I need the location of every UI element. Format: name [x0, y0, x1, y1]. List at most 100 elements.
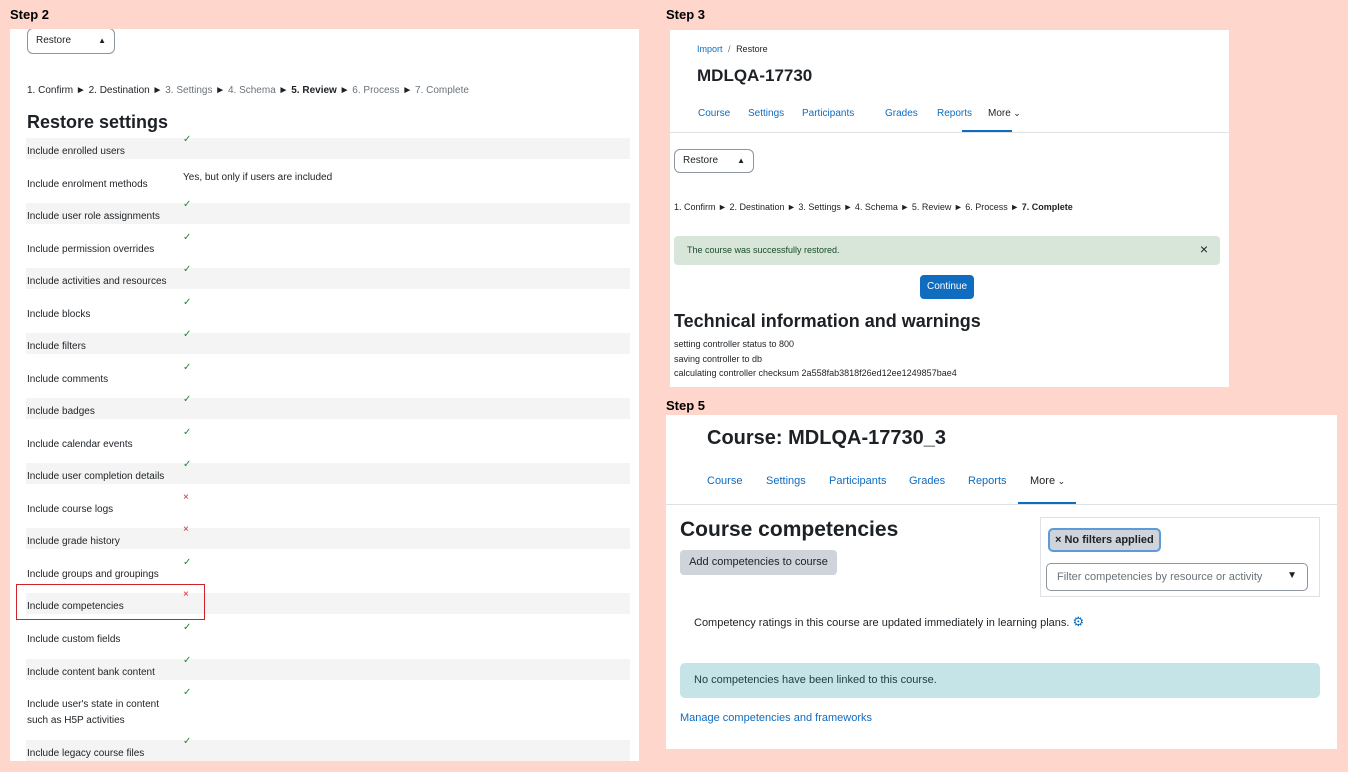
setting-row: Include user completion details ✓ — [26, 459, 630, 484]
restore-progress-breadcrumb: 1. Confirm ► 2. Destination ► 3. Setting… — [27, 85, 469, 96]
setting-row: Include enrolled users ✓ — [26, 134, 630, 159]
cross-icon: × — [183, 524, 189, 535]
ratings-text: Competency ratings in this course are up… — [694, 617, 1070, 629]
setting-label: Include enrolled users — [27, 146, 125, 157]
no-competencies-message: No competencies have been linked to this… — [694, 674, 937, 686]
tab-settings[interactable]: Settings — [766, 475, 829, 487]
crumb-step: 1. Confirm — [674, 202, 716, 212]
crumb-arrow: ► — [399, 85, 416, 96]
close-icon[interactable]: × — [1200, 241, 1208, 257]
course-competencies-heading: Course competencies — [680, 518, 899, 541]
setting-row: Include comments ✓ — [26, 362, 630, 387]
tech-log-line: setting controller status to 800 — [674, 339, 795, 349]
restore-progress-breadcrumb: 1. Confirm ► 2. Destination ► 3. Setting… — [674, 202, 1073, 212]
page-title: Course: MDLQA-17730_3 — [707, 427, 946, 449]
crumb-step: 1. Confirm — [27, 85, 74, 96]
setting-label: Include course logs — [27, 504, 114, 515]
tab-reports[interactable]: Reports — [968, 475, 1030, 487]
breadcrumb-separator: / — [728, 44, 731, 54]
gear-icon[interactable]: ⚙ — [1073, 614, 1085, 629]
filter-competencies-select[interactable]: Filter competencies by resource or activ… — [1046, 563, 1308, 591]
setting-row: Include blocks ✓ — [26, 297, 630, 322]
setting-label: Include user's state in content such as … — [27, 699, 159, 726]
setting-row: Include user's state in content such as … — [26, 687, 630, 731]
restore-select-value: Restore — [683, 155, 719, 166]
setting-row: Include legacy course files ✓ — [26, 736, 630, 761]
setting-row: Include permission overrides ✓ — [26, 232, 630, 257]
setting-row: Include calendar events ✓ — [26, 427, 630, 452]
tech-info-log: setting controller status to 800 saving c… — [674, 337, 957, 381]
crumb-step: 7. Complete — [415, 85, 469, 96]
tech-info-heading: Technical information and warnings — [674, 311, 981, 331]
tab-course[interactable]: Course — [707, 475, 766, 487]
tab-reports[interactable]: Reports — [937, 108, 988, 119]
breadcrumb-restore: Restore — [736, 44, 768, 54]
manage-competencies-link[interactable]: Manage competencies and frameworks — [680, 712, 872, 724]
dropdown-arrow-icon: ▼ — [1287, 570, 1297, 581]
no-competencies-alert: No competencies have been linked to this… — [680, 663, 1320, 698]
setting-label: Include enrolment methods — [27, 179, 148, 190]
select-caret-icon: ▲ — [737, 156, 745, 165]
restore-select[interactable]: Restore ▲ — [674, 149, 754, 173]
tech-log-line: saving controller to db — [674, 353, 763, 364]
nav-divider — [670, 132, 1229, 133]
breadcrumb: Import / Restore — [697, 44, 768, 54]
crumb-step: 5. Review — [911, 202, 952, 212]
crumb-step: 3. Settings — [798, 202, 841, 212]
tab-more[interactable]: More ⌄ — [1030, 475, 1065, 487]
chevron-down-icon: ⌄ — [1010, 108, 1021, 118]
chevron-down-icon: ⌄ — [1055, 476, 1066, 486]
restore-select[interactable]: Restore ▲ — [27, 29, 115, 54]
setting-label: Include comments — [27, 374, 109, 385]
crumb-step: 3. Settings — [165, 85, 213, 96]
setting-row: Include enrolment methods Yes, but only i… — [26, 171, 630, 192]
tab-participants[interactable]: Participants — [829, 475, 909, 487]
tab-grades[interactable]: Grades — [885, 108, 937, 119]
continue-button[interactable]: Continue — [920, 275, 974, 299]
add-competencies-button[interactable]: Add competencies to course — [680, 550, 837, 575]
restore-select-value: Restore — [36, 35, 72, 46]
check-icon: ✓ — [183, 199, 192, 210]
setting-label: Include calendar events — [27, 439, 133, 450]
breadcrumb-import-link[interactable]: Import — [697, 44, 723, 54]
check-icon: ✓ — [183, 362, 192, 373]
check-icon: ✓ — [183, 655, 192, 666]
crumb-step: 6. Process — [352, 85, 400, 96]
check-icon: ✓ — [183, 687, 192, 698]
check-icon: ✓ — [183, 232, 192, 243]
setting-row: Include activities and resources ✓ — [26, 264, 630, 289]
crumb-arrow: ► — [149, 85, 166, 96]
step-2-label: Step 2 — [10, 7, 50, 22]
setting-label: Include content bank content — [27, 667, 155, 678]
tab-more[interactable]: More ⌄ — [988, 108, 1021, 119]
setting-row: Include custom fields ✓ — [26, 622, 630, 647]
setting-label: Include blocks — [27, 309, 91, 320]
tab-grades[interactable]: Grades — [909, 475, 968, 487]
check-icon: ✓ — [183, 459, 192, 470]
tab-course[interactable]: Course — [698, 108, 748, 119]
check-icon: ✓ — [183, 134, 192, 145]
crumb-step: 4. Schema — [227, 85, 276, 96]
setting-row: Include groups and groupings ✓ — [26, 557, 630, 582]
step2-panel: Restore ▲ 1. Confirm ► 2. Destination ► … — [10, 29, 639, 761]
setting-label: Include user role assignments — [27, 211, 160, 222]
setting-row: Include user role assignments ✓ — [26, 199, 630, 224]
select-caret-icon: ▲ — [98, 36, 106, 45]
no-filters-badge[interactable]: × No filters applied — [1048, 528, 1161, 552]
nav-divider — [666, 504, 1337, 505]
cross-icon: × — [183, 492, 189, 503]
tab-more-label: More — [1030, 475, 1056, 487]
setting-label: Include filters — [27, 341, 86, 352]
check-icon: ✓ — [183, 736, 192, 747]
ratings-info: Competency ratings in this course are up… — [694, 614, 1084, 630]
setting-label: Include permission overrides — [27, 244, 155, 255]
setting-label: Include user completion details — [27, 471, 165, 482]
crumb-arrow: ► — [336, 85, 353, 96]
setting-row: Include filters ✓ — [26, 329, 630, 354]
setting-value: Yes, but only if users are included — [183, 172, 333, 183]
crumb-step: 5. Review — [291, 85, 337, 96]
tab-participants[interactable]: Participants — [802, 108, 885, 119]
tab-settings[interactable]: Settings — [748, 108, 802, 119]
tech-log-line: calculating controller checksum 2a558fab… — [674, 368, 957, 378]
filter-panel: × No filters applied Filter competencies… — [1040, 517, 1320, 597]
